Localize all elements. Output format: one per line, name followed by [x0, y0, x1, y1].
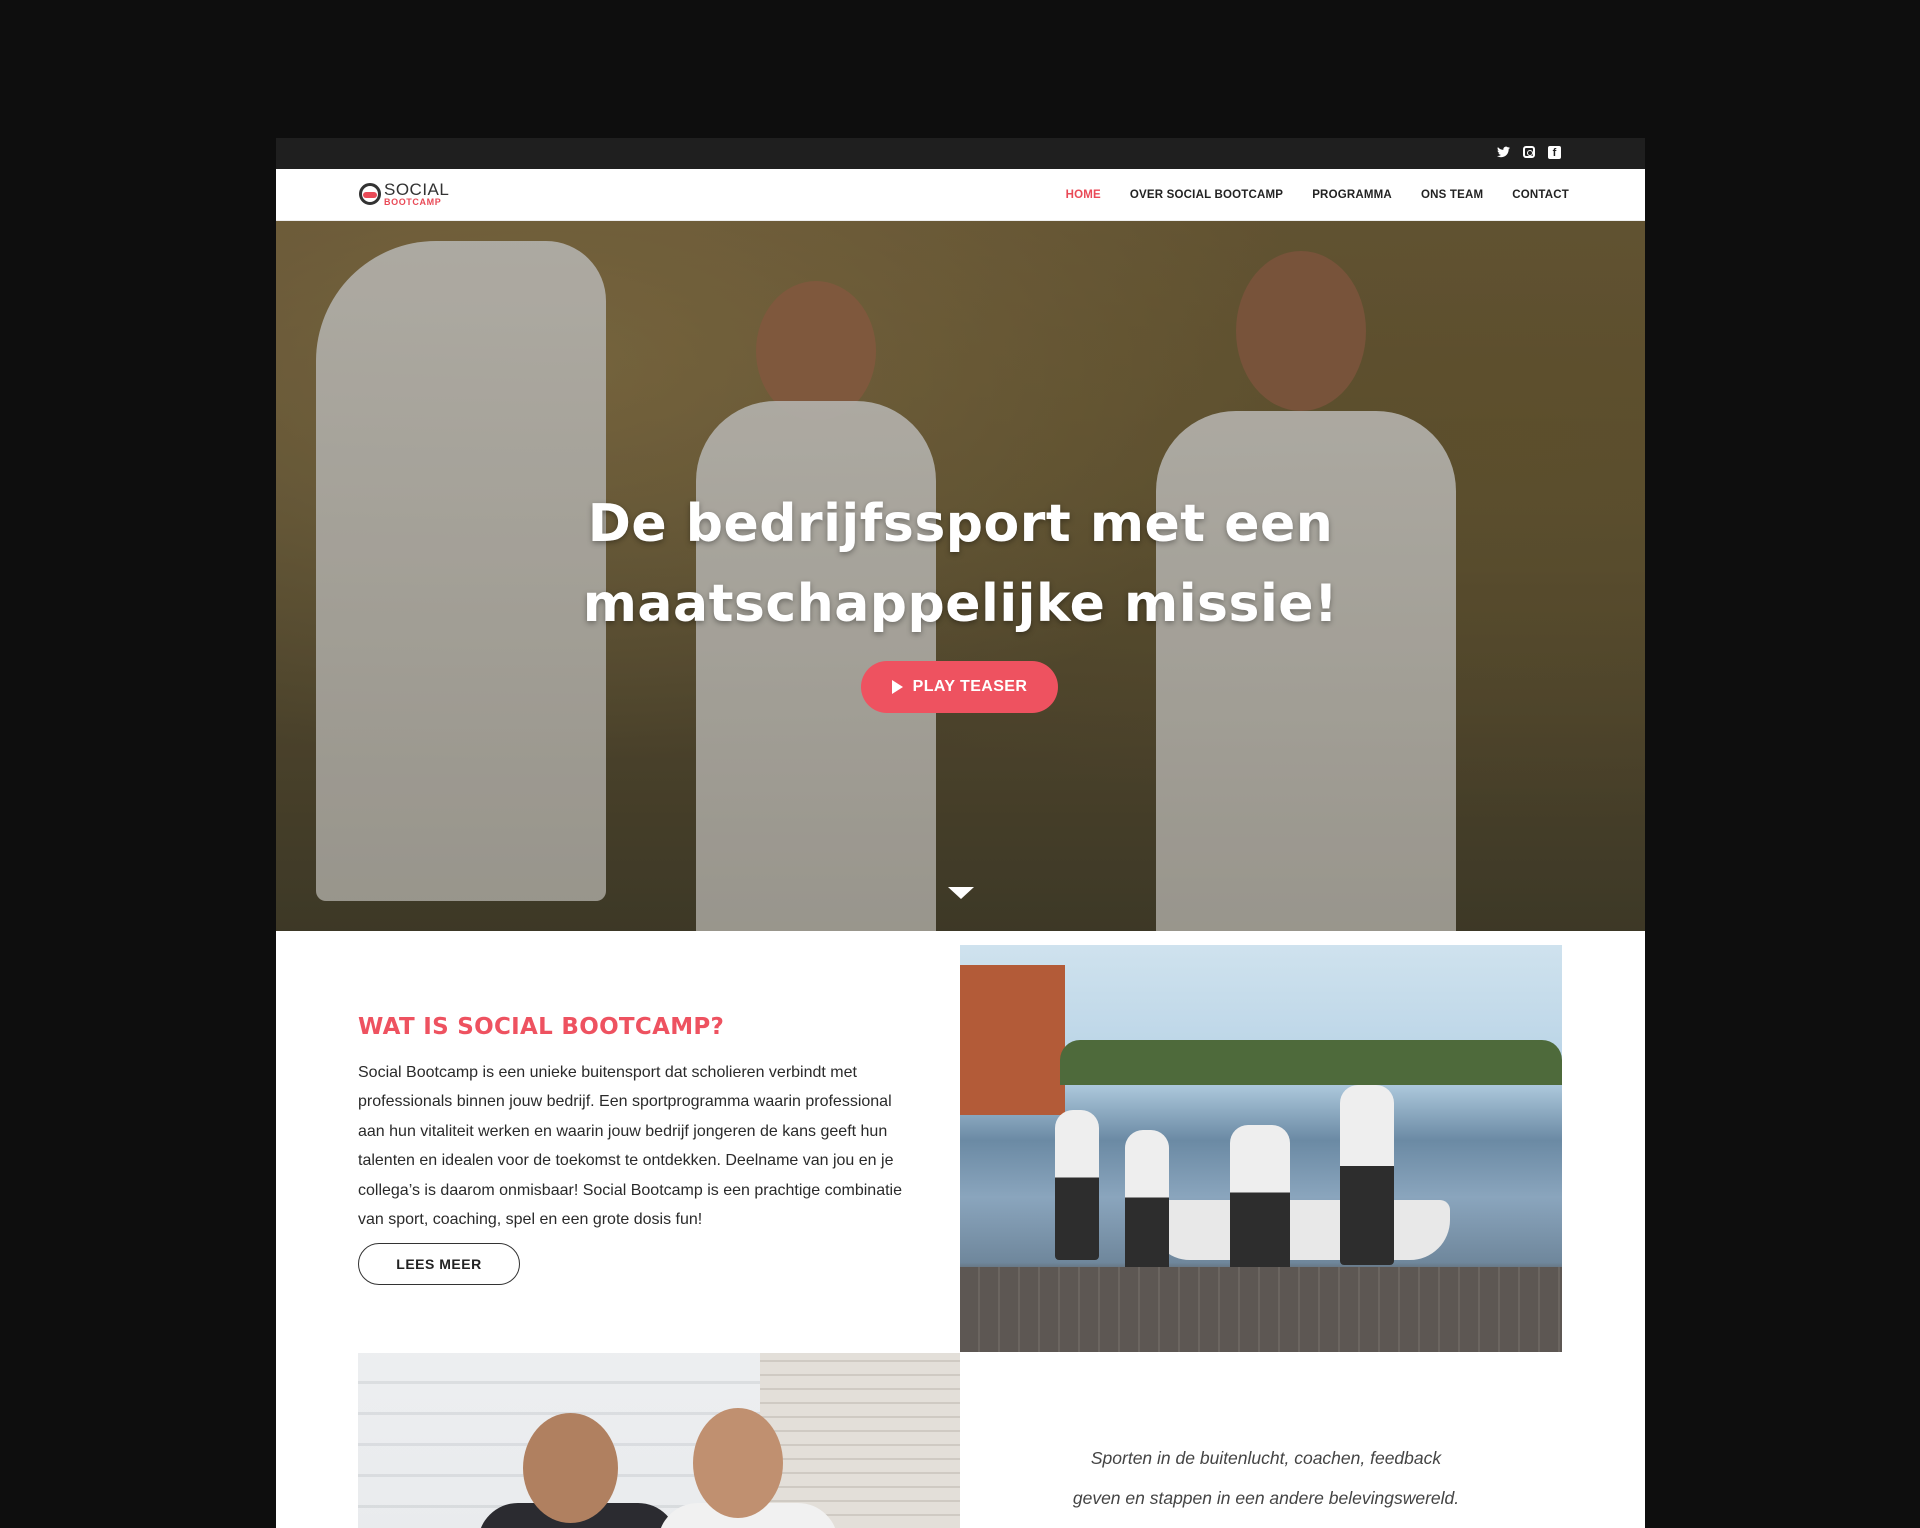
- photo-boat: [1150, 1200, 1450, 1260]
- main-navigation: SOCIAL BOOTCAMP HOME OVER SOCIAL BOOTCAM…: [276, 169, 1645, 221]
- quote-line1: Sporten in de buitenlucht, coachen, feed…: [1090, 1448, 1442, 1468]
- play-teaser-button[interactable]: PLAY TEASER: [861, 661, 1058, 713]
- photo-building: [960, 965, 1065, 1115]
- nav-item-home[interactable]: HOME: [1066, 189, 1101, 201]
- photo-brick-wall: [760, 1353, 960, 1528]
- social-links: f: [1497, 146, 1561, 159]
- hero-title-line2: maatschappelijke missie!: [582, 574, 1339, 634]
- quote-line2: geven en stappen in een andere belevings…: [1072, 1488, 1460, 1508]
- photo-coach-and-student: [358, 1353, 960, 1528]
- photo-coach-head: [523, 1413, 618, 1523]
- logo-text: SOCIAL BOOTCAMP: [384, 181, 449, 207]
- photo-person: [1055, 1110, 1099, 1260]
- logo-text-top: SOCIAL: [384, 180, 450, 199]
- nav-item-programma[interactable]: PROGRAMMA: [1312, 189, 1392, 201]
- hero-title-line1: De bedrijfssport met een: [587, 494, 1334, 554]
- quote-text: Sporten in de buitenlucht, coachen, feed…: [1006, 1438, 1526, 1518]
- scroll-down-arrow-icon[interactable]: [948, 887, 974, 899]
- nav-menu: HOME OVER SOCIAL BOOTCAMP PROGRAMMA ONS …: [1066, 169, 1569, 221]
- logo[interactable]: SOCIAL BOOTCAMP: [359, 181, 449, 207]
- nav-item-ons-team[interactable]: ONS TEAM: [1421, 189, 1483, 201]
- intro-title: WAT IS SOCIAL BOOTCAMP?: [358, 1014, 725, 1040]
- photo-trees: [1060, 1040, 1562, 1085]
- photo-person: [1125, 1130, 1169, 1280]
- logo-mark-icon: [359, 183, 381, 205]
- nav-item-over-social-bootcamp[interactable]: OVER SOCIAL BOOTCAMP: [1130, 189, 1283, 201]
- logo-text-bottom: BOOTCAMP: [384, 197, 442, 207]
- social-topbar: f: [276, 138, 1645, 169]
- website-frame: f SOCIAL BOOTCAMP HOME OVER SOCIAL BOOTC…: [276, 138, 1645, 1528]
- nav-item-contact[interactable]: CONTACT: [1512, 189, 1569, 201]
- photo-team-at-water: [960, 945, 1562, 1352]
- instagram-icon[interactable]: [1523, 146, 1535, 158]
- play-icon: [891, 680, 903, 694]
- photo-dock: [960, 1267, 1562, 1352]
- photo-person: [1230, 1125, 1290, 1275]
- hero-section: De bedrijfssport met een maatschappelijk…: [276, 221, 1645, 931]
- lees-meer-button[interactable]: LEES MEER: [358, 1243, 520, 1285]
- hero-title: De bedrijfssport met een maatschappelijk…: [276, 484, 1645, 644]
- play-teaser-label: PLAY TEASER: [912, 678, 1028, 695]
- intro-text: Social Bootcamp is een unieke buitenspor…: [358, 1064, 902, 1229]
- photo-person: [1340, 1085, 1394, 1265]
- facebook-icon[interactable]: f: [1548, 146, 1561, 159]
- twitter-icon[interactable]: [1497, 146, 1510, 159]
- photo-student-head: [693, 1408, 783, 1518]
